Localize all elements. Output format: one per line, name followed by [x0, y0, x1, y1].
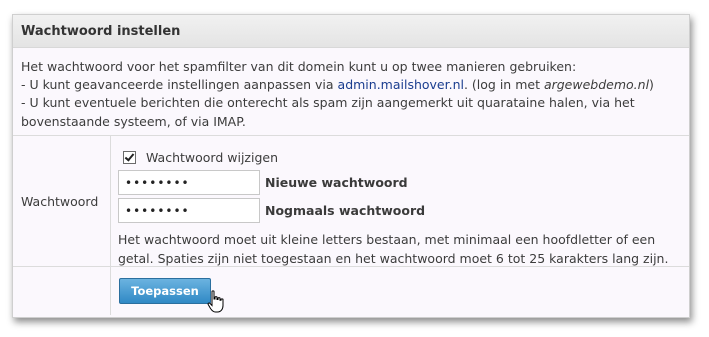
apply-button[interactable]: Toepassen — [119, 278, 211, 304]
intro-line: - U kunt eventuele berichten die onterec… — [21, 95, 635, 111]
password-row-label: Wachtwoord — [13, 136, 111, 266]
password-hint: Het wachtwoord moet uit kleine letters b… — [118, 231, 678, 268]
login-name: argewebdemo.nl — [543, 77, 650, 93]
action-row: Toepassen — [13, 267, 689, 315]
action-cell: Toepassen — [111, 267, 689, 315]
intro-text: Het wachtwoord voor het spamfilter van d… — [13, 48, 689, 136]
new-password-label: Nieuwe wachtwoord — [265, 175, 408, 190]
password-settings-panel: Wachtwoord instellen Het wachtwoord voor… — [12, 14, 690, 318]
intro-line: bovenstaande systeem, of via IMAP. — [21, 113, 246, 129]
change-password-option[interactable]: Wachtwoord wijzigen — [123, 150, 278, 165]
password-row: Wachtwoord Wachtwoord wijzigen Nieuwe wa… — [13, 136, 689, 267]
panel-title: Wachtwoord instellen — [13, 15, 689, 48]
repeat-password-field[interactable] — [118, 198, 260, 223]
admin-link[interactable]: admin.mailshover.nl — [338, 77, 464, 92]
new-password-field[interactable] — [118, 170, 260, 195]
repeat-password-line: Nogmaals wachtwoord — [118, 198, 425, 223]
change-password-checkbox[interactable] — [123, 151, 136, 164]
intro-line: - U kunt geavanceerde instellingen aanpa… — [21, 76, 681, 94]
intro-text-fragment: ) — [649, 77, 654, 93]
intro-text-fragment: . (log in met — [463, 77, 544, 93]
action-row-label — [13, 267, 111, 315]
new-password-line: Nieuwe wachtwoord — [118, 170, 408, 195]
change-password-label[interactable]: Wachtwoord wijzigen — [146, 150, 278, 165]
password-fields: Wachtwoord wijzigen Nieuwe wachtwoord No… — [111, 136, 689, 266]
hand-cursor-icon — [207, 290, 224, 313]
intro-line: Het wachtwoord voor het spamfilter van d… — [21, 59, 577, 74]
hint-line: getal. Spaties zijn niet toegestaan en h… — [118, 250, 669, 266]
intro-text-fragment: - U kunt geavanceerde instellingen aanpa… — [21, 77, 338, 93]
hint-line: Het wachtwoord moet uit kleine letters b… — [118, 232, 656, 247]
repeat-password-label: Nogmaals wachtwoord — [265, 203, 426, 218]
